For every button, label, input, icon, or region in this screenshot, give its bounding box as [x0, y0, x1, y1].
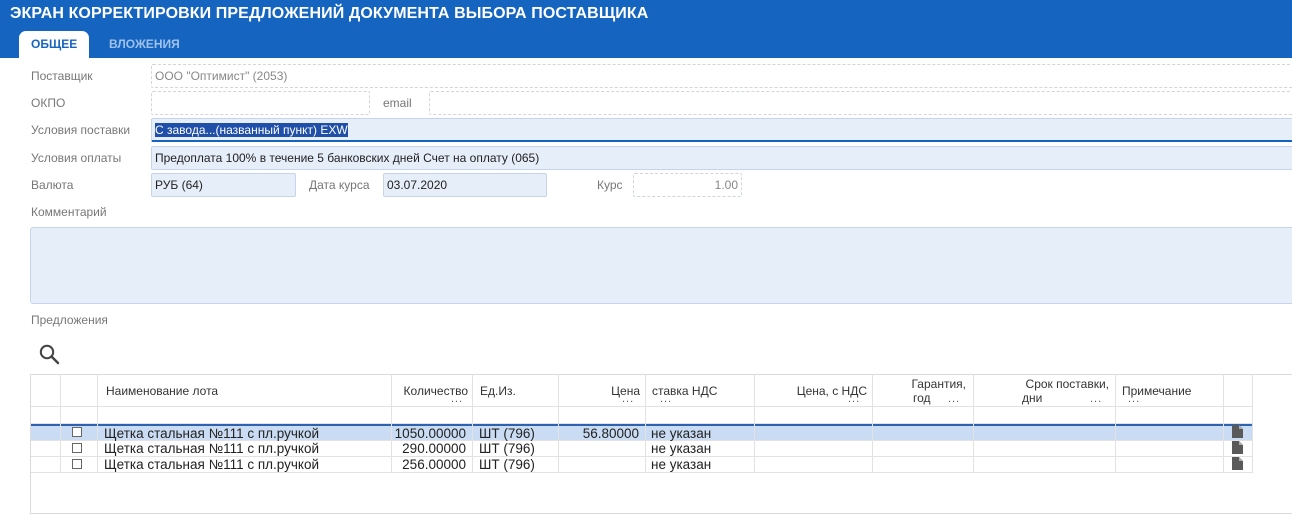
cell-lot-name[interactable]: Щетка стальная №111 с пл.ручкой — [104, 441, 319, 456]
payment-terms-field[interactable]: Предоплата 100% в течение 5 банковских д… — [151, 146, 1292, 170]
okpo-label: ОКПО — [31, 96, 66, 110]
col-price-vat-ellipsis[interactable]: ... — [848, 393, 860, 405]
col-header-name[interactable]: Наименование лота — [106, 385, 218, 398]
grid-filter-divider — [31, 406, 1252, 407]
tab-attachments[interactable]: ВЛОЖЕНИЯ — [97, 31, 192, 58]
cell-quantity[interactable]: 1050.00000 — [391, 426, 466, 441]
header-bar: ЭКРАН КОРРЕКТИРОВКИ ПРЕДЛОЖЕНИЙ ДОКУМЕНТ… — [0, 0, 1292, 58]
column-divider — [1115, 374, 1116, 473]
col-warranty-ellipsis[interactable]: ... — [948, 393, 960, 405]
col-note-ellipsis[interactable]: ... — [1128, 393, 1140, 405]
row-checkbox[interactable] — [72, 443, 82, 453]
column-divider — [645, 374, 646, 473]
currency-label: Валюта — [31, 178, 74, 192]
email-field[interactable] — [429, 91, 1292, 115]
cell-lot-name[interactable]: Щетка стальная №111 с пл.ручкой — [104, 426, 319, 441]
supplier-field[interactable]: ООО "Оптимист" (2053) — [151, 64, 1292, 88]
offers-section-label: Предложения — [31, 313, 108, 327]
column-divider — [1252, 374, 1253, 473]
page-title: ЭКРАН КОРРЕКТИРОВКИ ПРЕДЛОЖЕНИЙ ДОКУМЕНТ… — [10, 5, 649, 22]
rate-field[interactable]: 1.00 — [633, 173, 742, 197]
currency-field[interactable]: РУБ (64) — [151, 173, 296, 197]
col-header-warranty-unit[interactable]: год — [913, 392, 931, 405]
cell-price[interactable]: 56.80000 — [558, 426, 639, 441]
column-divider — [472, 374, 473, 473]
comment-textarea[interactable] — [30, 227, 1292, 304]
col-price-ellipsis[interactable]: ... — [622, 393, 634, 405]
col-vat-ellipsis[interactable]: ... — [660, 393, 672, 405]
payment-terms-label: Условия оплаты — [31, 151, 122, 165]
delivery-terms-label: Условия поставки — [31, 123, 131, 137]
col-header-unit[interactable]: Ед.Из. — [480, 385, 516, 398]
rate-date-label: Дата курса — [309, 178, 370, 192]
cell-unit[interactable]: ШТ (796) — [479, 457, 535, 472]
col-header-warranty[interactable]: Гарантия, — [872, 378, 966, 391]
cell-vat-rate[interactable]: не указан — [651, 441, 711, 456]
comment-label: Комментарий — [31, 205, 107, 219]
row-checkbox[interactable] — [72, 459, 82, 469]
cell-unit[interactable]: ШТ (796) — [479, 426, 535, 441]
delivery-terms-value: С завода...(названный пункт) EXW — [155, 123, 348, 137]
document-icon[interactable] — [1232, 425, 1243, 438]
cell-quantity[interactable]: 256.00000 — [391, 457, 466, 472]
tab-general[interactable]: ОБЩЕЕ — [19, 31, 90, 58]
okpo-field[interactable] — [151, 91, 370, 115]
rate-label: Курс — [597, 178, 623, 192]
search-icon[interactable] — [38, 343, 60, 365]
cell-unit[interactable]: ШТ (796) — [479, 441, 535, 456]
column-divider — [1223, 374, 1224, 473]
col-delivery-term-ellipsis[interactable]: ... — [1090, 393, 1102, 405]
email-label: email — [383, 96, 412, 110]
rate-date-field[interactable]: 03.07.2020 — [383, 173, 547, 197]
row-checkbox[interactable] — [72, 427, 82, 437]
cell-vat-rate[interactable]: не указан — [651, 426, 711, 441]
col-header-delivery-term-unit[interactable]: дни — [1022, 392, 1042, 405]
cell-vat-rate[interactable]: не указан — [651, 457, 711, 472]
col-header-delivery-term[interactable]: Срок поставки, — [973, 378, 1109, 391]
supplier-label: Поставщик — [31, 69, 93, 83]
column-divider — [60, 374, 61, 473]
delivery-terms-field[interactable]: С завода...(названный пункт) EXW — [151, 118, 1292, 142]
row-divider — [31, 472, 1252, 473]
document-icon[interactable] — [1232, 457, 1243, 470]
column-divider — [97, 374, 98, 473]
cell-quantity[interactable]: 290.00000 — [391, 441, 466, 456]
col-qty-ellipsis[interactable]: ... — [451, 393, 463, 405]
document-icon[interactable] — [1232, 441, 1243, 454]
cell-lot-name[interactable]: Щетка стальная №111 с пл.ручкой — [104, 457, 319, 472]
